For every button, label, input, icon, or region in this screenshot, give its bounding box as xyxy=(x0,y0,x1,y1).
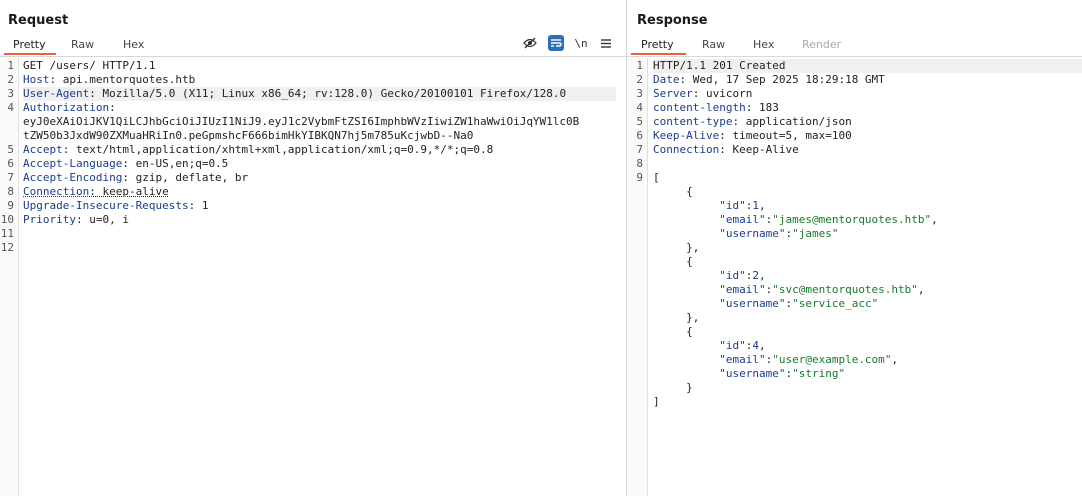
json-line: [ xyxy=(653,171,660,184)
request-line: Priority: u=0, i xyxy=(23,213,129,226)
request-line: Accept-Language: en-US,en;q=0.5 xyxy=(23,157,229,170)
line-number: 2 xyxy=(7,73,14,86)
newline-toggle-icon[interactable]: \n xyxy=(573,35,589,51)
json-line: } xyxy=(653,381,693,394)
json-line: { xyxy=(653,325,693,338)
request-title: Request xyxy=(8,13,69,28)
request-tabbar-divider xyxy=(0,56,626,57)
response-header-line: Date: Wed, 17 Sep 2025 18:29:18 GMT xyxy=(653,73,885,86)
response-header-line: content-type: application/json xyxy=(653,115,852,128)
line-number: 5 xyxy=(636,115,643,128)
request-tab-hex[interactable]: Hex xyxy=(123,36,144,54)
line-number: 7 xyxy=(7,171,14,184)
response-pane: Response Pretty Raw Hex Render 1 2 3 4 5… xyxy=(627,0,1082,496)
json-line: "email":"svc@mentorquotes.htb", xyxy=(719,283,925,296)
json-line: ] xyxy=(653,395,660,408)
response-header-line: content-length: 183 xyxy=(653,101,779,114)
line-number: 7 xyxy=(636,143,643,156)
request-line: Accept: text/html,application/xhtml+xml,… xyxy=(23,143,494,156)
line-number: 2 xyxy=(636,73,643,86)
line-number: 4 xyxy=(636,101,643,114)
line-number: 4 xyxy=(7,101,14,114)
response-editor[interactable]: 1 2 3 4 5 6 7 8 9 HTTP/1.1 201 Created D… xyxy=(627,58,1082,496)
response-tab-hex[interactable]: Hex xyxy=(753,36,774,54)
request-line-highlighted: User-Agent: Mozilla/5.0 (X11; Linux x86_… xyxy=(23,87,616,101)
line-number: 1 xyxy=(7,59,14,72)
response-header-line: Connection: Keep-Alive xyxy=(653,143,799,156)
line-number: 6 xyxy=(636,129,643,142)
response-header-line: Server: uvicorn xyxy=(653,87,753,100)
json-line: "id":1, xyxy=(719,199,766,212)
request-line: Host: api.mentorquotes.htb xyxy=(23,73,196,86)
line-number: 9 xyxy=(7,199,14,212)
line-number: 9 xyxy=(636,171,643,184)
line-number: 10 xyxy=(0,213,14,226)
menu-icon[interactable] xyxy=(598,35,614,51)
response-tab-render[interactable]: Render xyxy=(802,36,841,54)
line-number: 8 xyxy=(636,157,643,170)
line-number: 5 xyxy=(7,143,14,156)
request-pane: Request Pretty Raw Hex \n 1 2 3 4 5 6 7 … xyxy=(0,0,626,496)
response-header-line: Keep-Alive: timeout=5, max=100 xyxy=(653,129,852,142)
json-line: "email":"user@example.com", xyxy=(719,353,899,366)
line-number: 12 xyxy=(0,241,14,254)
json-line: "username":"service_acc" xyxy=(719,297,879,310)
request-line: eyJ0eXAiOiJKV1QiLCJhbGciOiJIUzI1NiJ9.eyJ… xyxy=(23,115,580,128)
request-line: Upgrade-Insecure-Requests: 1 xyxy=(23,199,209,212)
json-line: }, xyxy=(653,241,700,254)
json-line: "id":2, xyxy=(719,269,766,282)
json-line: "username":"string" xyxy=(719,367,846,380)
response-tab-pretty[interactable]: Pretty xyxy=(641,36,674,54)
json-line: "username":"james" xyxy=(719,227,839,240)
request-line: Connection: keep-alive xyxy=(23,185,169,198)
response-title: Response xyxy=(637,13,708,28)
response-tabs: Pretty Raw Hex Render xyxy=(627,36,1082,55)
request-gutter: 1 2 3 4 5 6 7 8 9 10 11 12 xyxy=(0,58,19,496)
json-line: }, xyxy=(653,311,700,324)
response-tab-indicator xyxy=(631,53,686,55)
json-line: { xyxy=(653,185,693,198)
response-tab-raw[interactable]: Raw xyxy=(702,36,725,54)
request-tab-indicator xyxy=(4,53,56,55)
request-toolbar: \n xyxy=(522,35,622,53)
word-wrap-icon[interactable] xyxy=(548,35,564,51)
request-line: Accept-Encoding: gzip, deflate, br xyxy=(23,171,249,184)
line-number: 1 xyxy=(636,59,643,72)
json-line: "id":4, xyxy=(719,339,766,352)
line-number: 6 xyxy=(7,157,14,170)
json-line: { xyxy=(653,255,693,268)
line-number: 3 xyxy=(636,87,643,100)
line-number: 8 xyxy=(7,185,14,198)
request-line: GET /users/ HTTP/1.1 xyxy=(23,59,156,72)
request-tab-pretty[interactable]: Pretty xyxy=(13,36,46,54)
hide-eye-icon[interactable] xyxy=(522,35,538,51)
json-line: "email":"james@mentorquotes.htb", xyxy=(719,213,938,226)
request-editor[interactable]: 1 2 3 4 5 6 7 8 9 10 11 12 GET /users/ H… xyxy=(0,58,626,496)
request-tab-raw[interactable]: Raw xyxy=(71,36,94,54)
line-number: 3 xyxy=(7,87,14,100)
request-line: tZW50b3JxdW90ZXMuaHRiIn0.peGpmshcF666bim… xyxy=(23,129,474,142)
request-line: Authorization: xyxy=(23,101,116,114)
response-gutter: 1 2 3 4 5 6 7 8 9 xyxy=(627,58,648,496)
response-tabbar-divider xyxy=(627,56,1082,57)
line-number: 11 xyxy=(0,227,14,240)
response-status-line: HTTP/1.1 201 Created xyxy=(653,59,1082,73)
